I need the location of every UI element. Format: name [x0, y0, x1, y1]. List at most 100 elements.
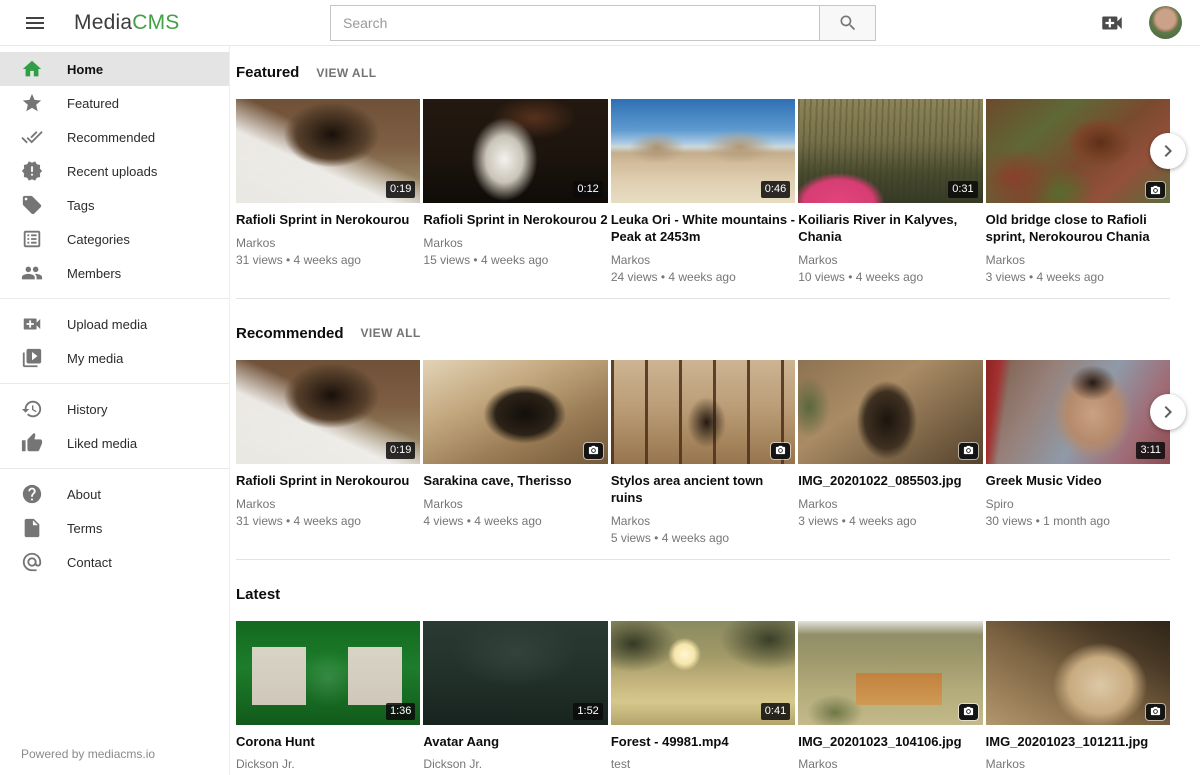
sidebar-item-history[interactable]: History — [0, 392, 229, 426]
media-card[interactable]: IMG_20201023_101211.jpg Markos 4 views •… — [986, 621, 1170, 775]
camera-icon — [771, 443, 790, 459]
media-card[interactable]: Stylos area ancient town ruins Markos 5 … — [611, 360, 795, 545]
media-thumbnail[interactable]: 1:52 — [423, 621, 607, 725]
media-author[interactable]: Markos — [611, 514, 795, 528]
media-author[interactable]: Markos — [423, 236, 607, 250]
media-card[interactable]: Old bridge close to Rafioli sprint, Nero… — [986, 99, 1170, 284]
media-thumbnail[interactable] — [423, 360, 607, 464]
media-card[interactable]: Sarakina cave, Therisso Markos 4 views •… — [423, 360, 607, 545]
media-card[interactable]: 0:31 Koiliaris River in Kalyves, Chania … — [798, 99, 982, 284]
media-thumbnail[interactable]: 0:41 — [611, 621, 795, 725]
media-author[interactable]: Dickson Jr. — [423, 757, 607, 771]
categories-icon — [21, 228, 43, 250]
media-views-age: 31 views • 4 weeks ago — [236, 514, 420, 528]
media-author[interactable]: Markos — [236, 497, 420, 511]
media-title[interactable]: Greek Music Video — [986, 473, 1170, 490]
main-content: FeaturedVIEW ALL 0:19 Rafioli Sprint in … — [230, 46, 1200, 775]
media-thumbnail[interactable] — [798, 360, 982, 464]
sidebar-item-label: Tags — [67, 198, 94, 213]
sidebar-item-liked-media[interactable]: Liked media — [0, 426, 229, 460]
media-author[interactable]: Markos — [798, 253, 982, 267]
sidebar: HomeFeaturedRecommendedRecent uploads Tag… — [0, 46, 230, 775]
media-author[interactable]: Spiro — [986, 497, 1170, 511]
search-button[interactable] — [819, 5, 876, 41]
sidebar-item-featured[interactable]: Featured — [0, 86, 229, 120]
sidebar-item-terms[interactable]: Terms — [0, 511, 229, 545]
media-thumbnail[interactable]: 3:11 — [986, 360, 1170, 464]
upload-media-icon[interactable] — [1099, 10, 1125, 36]
mediacms-logo[interactable]: MediaCMS — [74, 11, 179, 35]
section-divider — [236, 559, 1170, 560]
media-title[interactable]: Koiliaris River in Kalyves, Chania — [798, 212, 982, 246]
search-input[interactable] — [330, 5, 820, 41]
media-author[interactable]: Markos — [798, 497, 982, 511]
media-thumbnail[interactable] — [986, 621, 1170, 725]
card-list: 0:19 Rafioli Sprint in Nerokourou Markos… — [236, 360, 1170, 545]
media-author[interactable]: test — [611, 757, 795, 771]
media-title[interactable]: Avatar Aang — [423, 734, 607, 751]
media-title[interactable]: IMG_20201022_085503.jpg — [798, 473, 982, 490]
star-icon — [21, 92, 43, 114]
media-views-age: 31 views • 4 weeks ago — [236, 253, 420, 267]
media-title[interactable]: Sarakina cave, Therisso — [423, 473, 607, 490]
media-title[interactable]: Rafioli Sprint in Nerokourou — [236, 473, 420, 490]
top-bar: MediaCMS — [0, 0, 1200, 46]
media-author[interactable]: Markos — [798, 757, 982, 771]
sidebar-item-upload-media[interactable]: Upload media — [0, 307, 229, 341]
media-card[interactable]: 0:46 Leuka Ori - White mountains - Peak … — [611, 99, 795, 284]
media-thumbnail[interactable]: 1:36 — [236, 621, 420, 725]
media-author[interactable]: Markos — [986, 757, 1170, 771]
sidebar-item-tags[interactable]: Tags — [0, 188, 229, 222]
media-title[interactable]: Rafioli Sprint in Nerokourou 2 — [423, 212, 607, 229]
video-call-icon — [21, 313, 43, 335]
hamburger-menu-icon[interactable] — [18, 6, 52, 40]
view-all-link[interactable]: VIEW ALL — [316, 66, 376, 80]
sidebar-item-about[interactable]: About — [0, 477, 229, 511]
media-title[interactable]: Rafioli Sprint in Nerokourou — [236, 212, 420, 229]
sidebar-item-home[interactable]: Home — [0, 52, 229, 86]
section-latest: Latest 1:36 Corona Hunt Dickson Jr. 6 vi… — [236, 586, 1170, 775]
media-card[interactable]: 0:41 Forest - 49981.mp4 test 17 views • … — [611, 621, 795, 775]
media-author[interactable]: Dickson Jr. — [236, 757, 420, 771]
user-avatar[interactable] — [1149, 6, 1182, 39]
media-card[interactable]: IMG_20201022_085503.jpg Markos 3 views •… — [798, 360, 982, 545]
media-card[interactable]: 3:11 Greek Music Video Spiro 30 views • … — [986, 360, 1170, 545]
media-thumbnail[interactable]: 0:31 — [798, 99, 982, 203]
media-title[interactable]: Forest - 49981.mp4 — [611, 734, 795, 751]
sidebar-item-my-media[interactable]: My media — [0, 341, 229, 375]
section-title: Latest — [236, 586, 280, 603]
media-thumbnail[interactable]: 0:19 — [236, 99, 420, 203]
media-thumbnail[interactable]: 0:19 — [236, 360, 420, 464]
media-thumbnail[interactable] — [986, 99, 1170, 203]
sidebar-item-members[interactable]: Members — [0, 256, 229, 290]
media-author[interactable]: Markos — [423, 497, 607, 511]
media-card[interactable]: 1:36 Corona Hunt Dickson Jr. 6 views • 4… — [236, 621, 420, 775]
media-card[interactable]: 0:12 Rafioli Sprint in Nerokourou 2 Mark… — [423, 99, 607, 284]
media-card[interactable]: 0:19 Rafioli Sprint in Nerokourou Markos… — [236, 360, 420, 545]
media-thumbnail[interactable]: 0:46 — [611, 99, 795, 203]
media-thumbnail[interactable] — [798, 621, 982, 725]
media-title[interactable]: Old bridge close to Rafioli sprint, Nero… — [986, 212, 1170, 246]
carousel-next-button[interactable] — [1150, 394, 1186, 430]
media-card[interactable]: 0:19 Rafioli Sprint in Nerokourou Markos… — [236, 99, 420, 284]
media-title[interactable]: Leuka Ori - White mountains - Peak at 24… — [611, 212, 795, 246]
media-title[interactable]: IMG_20201023_104106.jpg — [798, 734, 982, 751]
sidebar-item-recommended[interactable]: Recommended — [0, 120, 229, 154]
media-author[interactable]: Markos — [611, 253, 795, 267]
media-title[interactable]: Corona Hunt — [236, 734, 420, 751]
media-title[interactable]: Stylos area ancient town ruins — [611, 473, 795, 507]
media-thumbnail[interactable] — [611, 360, 795, 464]
carousel-next-button[interactable] — [1150, 133, 1186, 169]
header-right — [1099, 6, 1200, 39]
media-card[interactable]: 1:52 Avatar Aang Dickson Jr. 12 views • … — [423, 621, 607, 775]
media-card[interactable]: IMG_20201023_104106.jpg Markos 4 views •… — [798, 621, 982, 775]
sidebar-item-recent-uploads[interactable]: Recent uploads — [0, 154, 229, 188]
media-thumbnail[interactable]: 0:12 — [423, 99, 607, 203]
media-title[interactable]: IMG_20201023_101211.jpg — [986, 734, 1170, 751]
media-author[interactable]: Markos — [236, 236, 420, 250]
sidebar-item-label: Members — [67, 266, 121, 281]
sidebar-item-categories[interactable]: Categories — [0, 222, 229, 256]
view-all-link[interactable]: VIEW ALL — [361, 326, 421, 340]
media-author[interactable]: Markos — [986, 253, 1170, 267]
sidebar-item-contact[interactable]: Contact — [0, 545, 229, 579]
